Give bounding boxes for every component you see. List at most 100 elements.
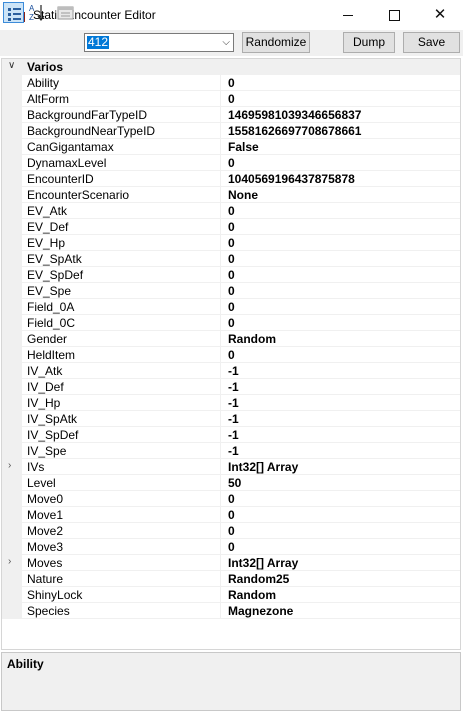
property-row[interactable]: EncounterScenario None: [2, 187, 460, 203]
property-row[interactable]: › IVs Int32[] Array: [2, 459, 460, 475]
property-value[interactable]: 14695981039346656837: [228, 108, 361, 122]
property-name[interactable]: DynamaxLevel: [27, 156, 106, 170]
property-row[interactable]: EV_Hp 0: [2, 235, 460, 251]
property-row[interactable]: EncounterID 1040569196437875878: [2, 171, 460, 187]
column-splitter[interactable]: [220, 539, 221, 555]
property-value[interactable]: 0: [228, 300, 235, 314]
property-name[interactable]: Ability: [27, 76, 59, 90]
property-row[interactable]: BackgroundFarTypeID 14695981039346656837: [2, 107, 460, 123]
property-row[interactable]: IV_SpDef -1: [2, 427, 460, 443]
property-name[interactable]: Field_0A: [27, 300, 74, 314]
property-value[interactable]: 0: [228, 284, 235, 298]
property-row[interactable]: IV_Atk -1: [2, 363, 460, 379]
property-value[interactable]: 1040569196437875878: [228, 172, 355, 186]
property-name[interactable]: HeldItem: [27, 348, 75, 362]
column-splitter[interactable]: [220, 491, 221, 507]
property-value[interactable]: 50: [228, 476, 241, 490]
property-row[interactable]: › Moves Int32[] Array: [2, 555, 460, 571]
property-value[interactable]: 0: [228, 492, 235, 506]
property-value[interactable]: -1: [228, 412, 239, 426]
column-splitter[interactable]: [220, 363, 221, 379]
property-name[interactable]: Move1: [27, 508, 63, 522]
property-row[interactable]: BackgroundNearTypeID 15581626697708678661: [2, 123, 460, 139]
property-value[interactable]: Random: [228, 332, 276, 346]
property-value[interactable]: 0: [228, 268, 235, 282]
randomize-button[interactable]: Randomize: [242, 32, 310, 53]
property-value[interactable]: -1: [228, 396, 239, 410]
property-row[interactable]: EV_Atk 0: [2, 203, 460, 219]
property-name[interactable]: ShinyLock: [27, 588, 82, 602]
column-splitter[interactable]: [220, 507, 221, 523]
property-value[interactable]: 0: [228, 348, 235, 362]
property-name[interactable]: BackgroundFarTypeID: [27, 108, 147, 122]
property-name[interactable]: EV_Def: [27, 220, 68, 234]
column-splitter[interactable]: [220, 203, 221, 219]
property-name[interactable]: EncounterScenario: [27, 188, 129, 202]
column-splitter[interactable]: [220, 91, 221, 107]
property-row[interactable]: Nature Random25: [2, 571, 460, 587]
property-name[interactable]: IV_SpDef: [27, 428, 78, 442]
column-splitter[interactable]: [220, 347, 221, 363]
property-name[interactable]: EV_SpAtk: [27, 252, 82, 266]
property-row[interactable]: EV_SpDef 0: [2, 267, 460, 283]
property-name[interactable]: EV_SpDef: [27, 268, 83, 282]
property-value[interactable]: 0: [228, 92, 235, 106]
column-splitter[interactable]: [220, 235, 221, 251]
column-splitter[interactable]: [220, 219, 221, 235]
property-row[interactable]: EV_Def 0: [2, 219, 460, 235]
column-splitter[interactable]: [220, 315, 221, 331]
property-value[interactable]: 15581626697708678661: [228, 124, 361, 138]
column-splitter[interactable]: [220, 155, 221, 171]
column-splitter[interactable]: [220, 267, 221, 283]
property-name[interactable]: Move3: [27, 540, 63, 554]
property-row[interactable]: AltForm 0: [2, 91, 460, 107]
property-value[interactable]: 0: [228, 204, 235, 218]
property-name[interactable]: Gender: [27, 332, 67, 346]
property-value[interactable]: Magnezone: [228, 604, 293, 618]
property-row[interactable]: IV_Def -1: [2, 379, 460, 395]
property-value[interactable]: 0: [228, 220, 235, 234]
property-row[interactable]: Move3 0: [2, 539, 460, 555]
property-name[interactable]: Species: [27, 604, 70, 618]
property-row[interactable]: Gender Random: [2, 331, 460, 347]
property-row[interactable]: Level 50: [2, 475, 460, 491]
column-splitter[interactable]: [220, 427, 221, 443]
property-value[interactable]: 0: [228, 524, 235, 538]
property-value[interactable]: Random: [228, 588, 276, 602]
property-value[interactable]: 0: [228, 236, 235, 250]
property-value[interactable]: Int32[] Array: [228, 556, 298, 570]
property-name[interactable]: Field_0C: [27, 316, 75, 330]
column-splitter[interactable]: [220, 587, 221, 603]
property-value[interactable]: None: [228, 188, 258, 202]
minimize-button[interactable]: [325, 0, 371, 30]
property-name[interactable]: BackgroundNearTypeID: [27, 124, 155, 138]
property-name[interactable]: Moves: [27, 556, 62, 570]
chevron-down-icon[interactable]: ∨: [8, 60, 15, 71]
property-name[interactable]: EV_Spe: [27, 284, 71, 298]
property-value[interactable]: 0: [228, 252, 235, 266]
property-name[interactable]: Level: [27, 476, 56, 490]
category-row[interactable]: ∨ Varios: [2, 59, 460, 75]
column-splitter[interactable]: [220, 187, 221, 203]
dump-button[interactable]: Dump: [343, 32, 395, 53]
property-row[interactable]: IV_Hp -1: [2, 395, 460, 411]
column-splitter[interactable]: [220, 395, 221, 411]
property-value[interactable]: 0: [228, 156, 235, 170]
column-splitter[interactable]: [220, 139, 221, 155]
save-button[interactable]: Save: [403, 32, 460, 53]
column-splitter[interactable]: [220, 75, 221, 91]
property-name[interactable]: IV_Def: [27, 380, 64, 394]
column-splitter[interactable]: [220, 107, 221, 123]
column-splitter[interactable]: [220, 123, 221, 139]
property-value[interactable]: -1: [228, 444, 239, 458]
property-row[interactable]: HeldItem 0: [2, 347, 460, 363]
column-splitter[interactable]: [220, 283, 221, 299]
property-name[interactable]: IV_Spe: [27, 444, 66, 458]
property-name[interactable]: IV_Atk: [27, 364, 62, 378]
column-splitter[interactable]: [220, 299, 221, 315]
column-splitter[interactable]: [220, 523, 221, 539]
property-value[interactable]: 0: [228, 76, 235, 90]
column-splitter[interactable]: [220, 171, 221, 187]
maximize-button[interactable]: [371, 0, 417, 30]
chevron-right-icon[interactable]: ›: [8, 556, 11, 567]
